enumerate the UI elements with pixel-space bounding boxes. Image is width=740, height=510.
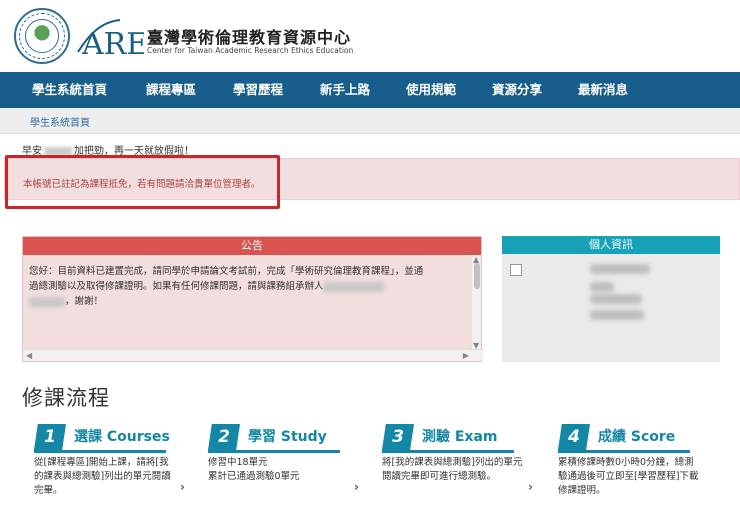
breadcrumb: 學生系統首頁 [0, 108, 740, 134]
announcement-panel: 公告 您好：目前資料已建置完成，請同學於申請論文考試前，完成「學術研究倫理教育課… [22, 236, 483, 362]
flow-step-courses[interactable]: 1 選課 Courses 從[課程專區]開始上課，請將[我的課表與總測驗]列出的… [26, 422, 196, 510]
announcement-line-2: 過總測驗以及取得修課證明。如果有任何修課問題，請與課務組承辦人 [29, 279, 459, 294]
announcement-horizontal-scrollbar[interactable]: ◀ ▶ [23, 349, 483, 361]
nav-item-usage-rules[interactable]: 使用規範 [406, 72, 456, 108]
step-description: 累積修課時數0小時0分鐘，總測驗通過後可立即至[學習歷程]下載修課證明。 [558, 457, 699, 496]
flow-step-score[interactable]: 4 成績 Score 累積修課時數0小時0分鐘，總測驗通過後可立即至[學習歷程]… [550, 422, 720, 510]
step-underline [34, 450, 166, 453]
chevron-right-icon[interactable]: › [528, 480, 533, 494]
announcement-line-3-text: ，謝謝！ [65, 296, 104, 307]
step-number: 1 [34, 424, 66, 450]
scroll-thumb[interactable] [474, 263, 480, 289]
main-nav: 學生系統首頁 課程專區 學習歷程 新手上路 使用規範 資源分享 最新消息 [0, 72, 740, 108]
chevron-right-icon[interactable]: › [354, 480, 359, 494]
step-description: 從[課程專區]開始上課，請將[我的課表與總測驗]列出的單元閱讀完畢。 [34, 457, 171, 496]
step-label: 學習 Study [248, 429, 327, 445]
flow-step-exam[interactable]: 3 測驗 Exam 將[我的課表與總測驗]列出的單元閱讀完畢即可進行總測驗。 › [374, 422, 544, 510]
highlight-box [5, 155, 280, 209]
ministry-of-education-seal [14, 8, 70, 64]
redacted-field [590, 282, 614, 292]
flow-step-study[interactable]: 2 學習 Study 修習中18單元 累計已通過測驗0單元 › [200, 422, 370, 510]
announcement-line-3: ，謝謝！ [29, 294, 459, 309]
redacted-contact-2 [29, 296, 65, 307]
site-subtitle: Center for Taiwan Academic Research Ethi… [147, 46, 354, 55]
step-underline [558, 450, 690, 453]
nav-item-resources[interactable]: 資源分享 [492, 72, 542, 108]
seal-ring [19, 13, 65, 59]
step-label: 測驗 Exam [422, 429, 498, 445]
announcement-vertical-scrollbar[interactable]: ▲ ▼ [471, 255, 481, 351]
chevron-right-icon[interactable]: › [180, 480, 185, 494]
aree-logo-text: AREE [81, 27, 144, 60]
nav-item-student-home[interactable]: 學生系統首頁 [32, 72, 107, 108]
scroll-right-icon[interactable]: ▶ [463, 351, 469, 361]
redacted-contact [323, 281, 384, 292]
scroll-left-icon[interactable]: ◀ [26, 351, 32, 361]
announcement-line-2-text: 過總測驗以及取得修課證明。如果有任何修課問題，請與課務組承辦人 [29, 281, 324, 292]
flow-title: 修課流程 [22, 386, 110, 410]
avatar [510, 264, 522, 276]
step-number: 3 [382, 424, 414, 450]
nav-item-learning-history[interactable]: 學習歷程 [233, 72, 283, 108]
announcement-line-1: 您好：目前資料已建置完成，請同學於申請論文考試前，完成「學術研究倫理教育課程」，… [29, 266, 424, 277]
announcement-title: 公告 [23, 237, 481, 255]
redacted-name [590, 264, 650, 274]
breadcrumb-student-home[interactable]: 學生系統首頁 [30, 114, 90, 129]
nav-item-getting-started[interactable]: 新手上路 [320, 72, 370, 108]
profile-panel: 個人資訊 [502, 236, 720, 362]
step-description: 將[我的課表與總測驗]列出的單元閱讀完畢即可進行總測驗。 [382, 457, 523, 482]
aree-logo[interactable]: AREE [74, 16, 144, 60]
profile-title: 個人資訊 [502, 236, 720, 254]
step-label: 選課 Courses [74, 429, 170, 445]
step-number: 4 [558, 424, 590, 450]
step-label: 成績 Score [598, 429, 676, 445]
step-underline [208, 450, 340, 453]
step-number: 2 [208, 424, 240, 450]
announcement-body: 您好：目前資料已建置完成，請同學於申請論文考試前，完成「學術研究倫理教育課程」，… [29, 264, 459, 309]
site-title: 臺灣學術倫理教育資源中心 [147, 28, 352, 47]
site-header: AREE 臺灣學術倫理教育資源中心 Center for Taiwan Acad… [0, 0, 740, 72]
step-description: 修習中18單元 累計已通過測驗0單元 [208, 457, 300, 482]
nav-item-courses[interactable]: 課程專區 [146, 72, 196, 108]
step-underline [382, 450, 514, 453]
nav-item-news[interactable]: 最新消息 [578, 72, 628, 108]
redacted-field [590, 310, 644, 320]
redacted-field [590, 294, 642, 304]
